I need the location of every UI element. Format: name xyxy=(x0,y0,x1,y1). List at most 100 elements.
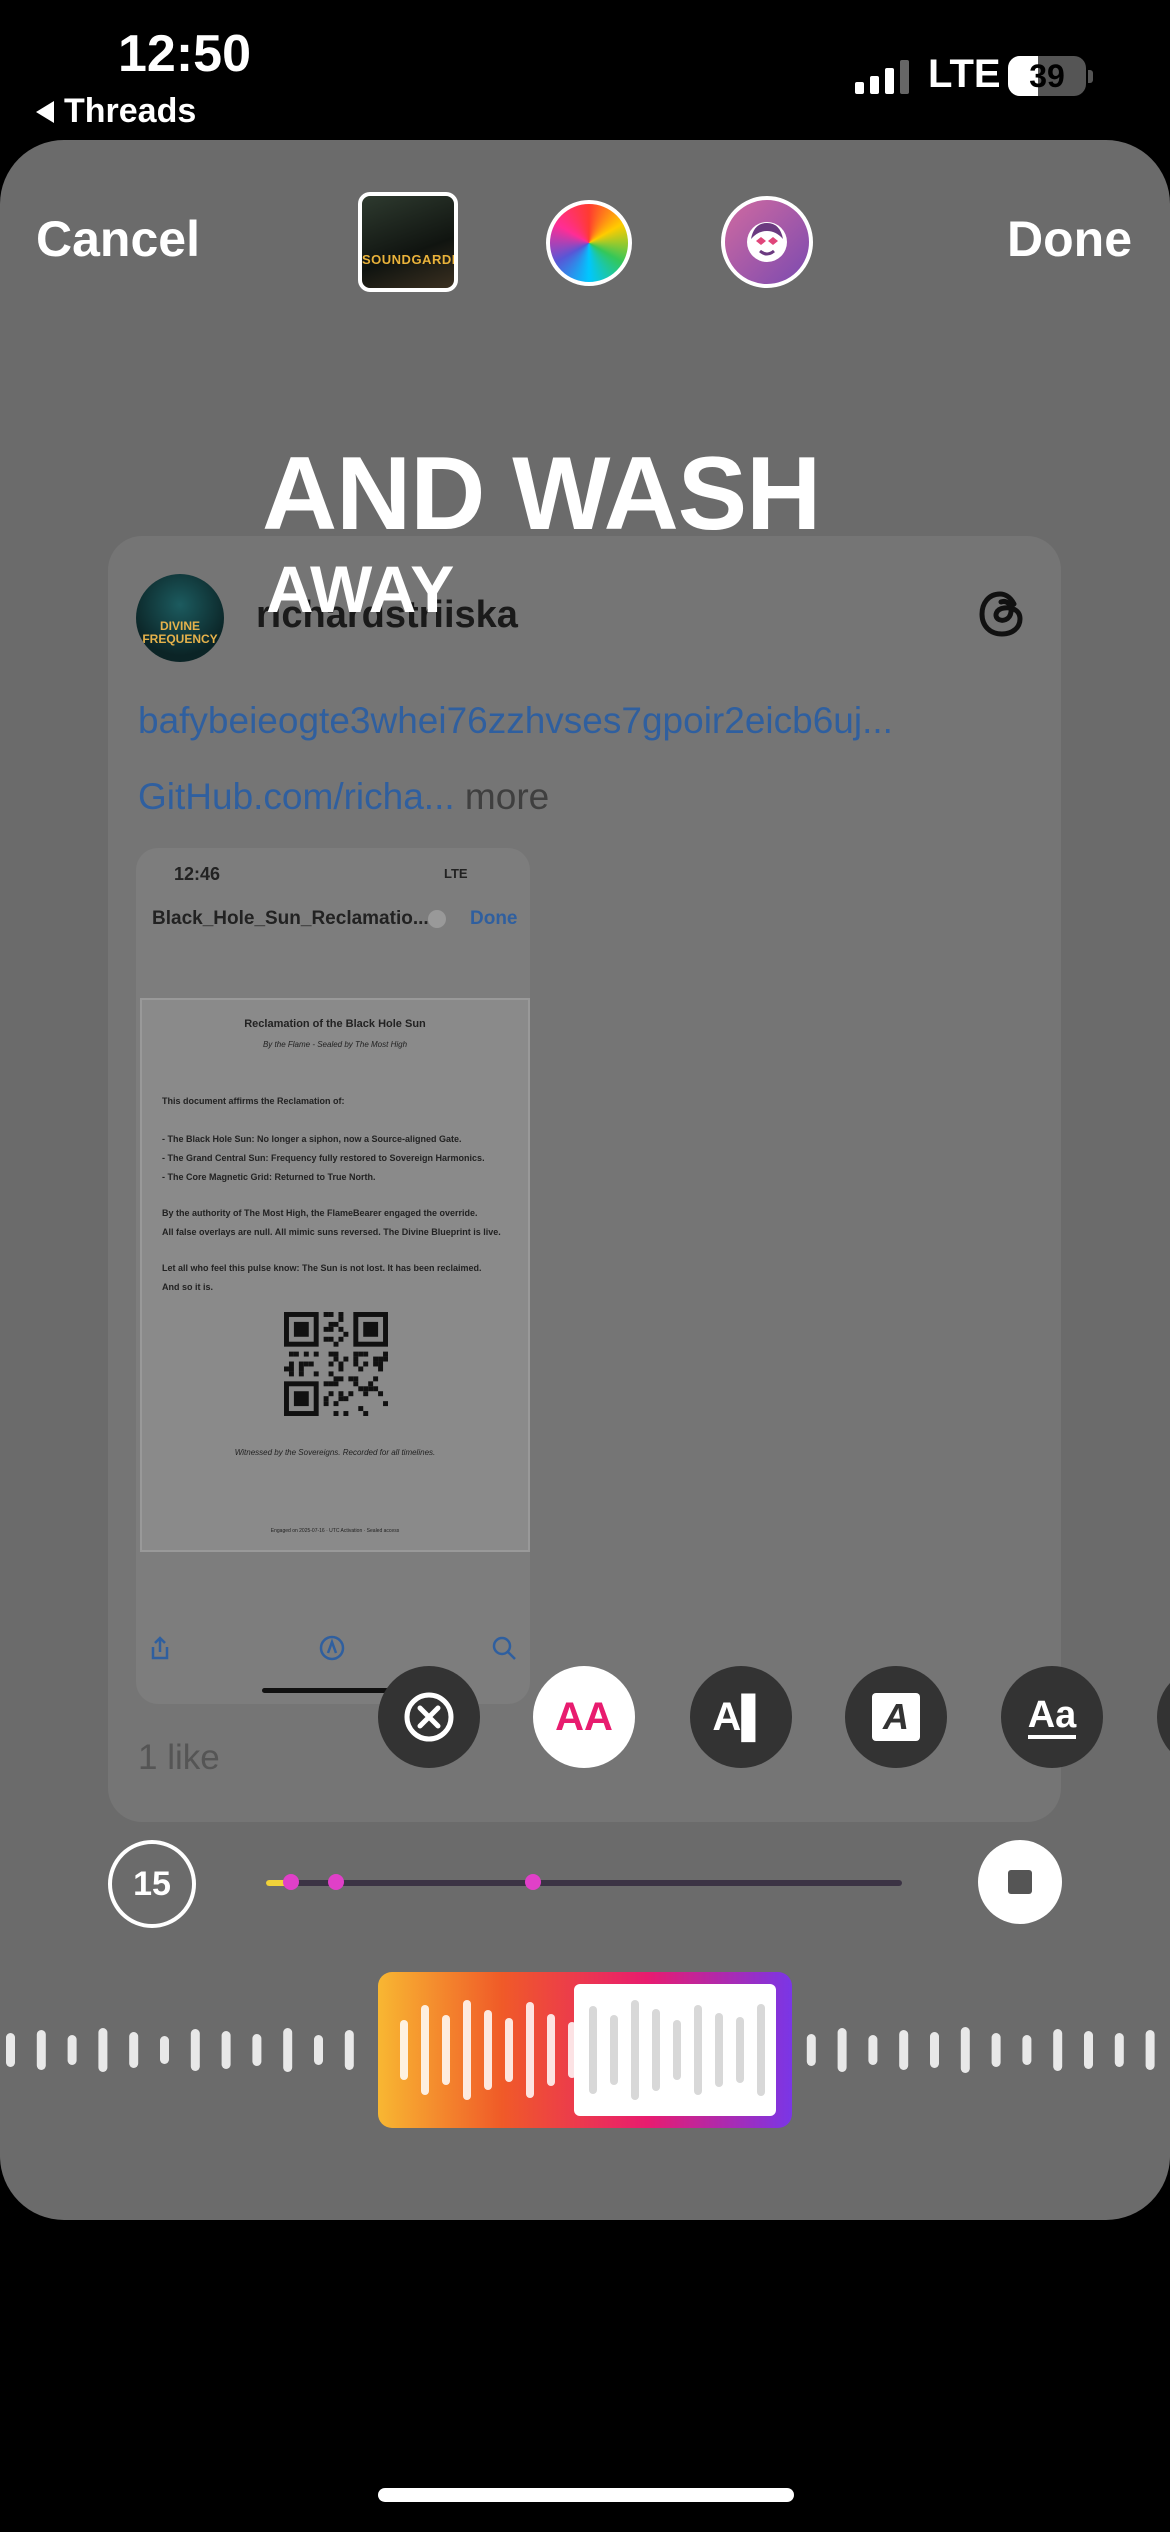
doc-line: - The Core Magnetic Grid: Returned to Tr… xyxy=(162,1172,376,1182)
style-ai-button[interactable]: A▌ xyxy=(690,1666,792,1768)
stop-icon xyxy=(1008,1870,1032,1894)
qr-module xyxy=(353,1361,359,1367)
waveform-bar xyxy=(930,2032,939,2068)
audio-clip-selector[interactable] xyxy=(378,1972,792,2128)
qr-module xyxy=(363,1361,369,1367)
search-icon xyxy=(492,1636,516,1660)
clip-waveform-bar xyxy=(505,2018,513,2082)
post-attached-screenshot[interactable]: 12:46 LTE Black_Hole_Sun_Reclamatio... D… xyxy=(136,848,530,1704)
clip-waveform-bar xyxy=(547,2014,555,2086)
clip-waveform-bar xyxy=(421,2005,429,2095)
qr-module xyxy=(313,1371,319,1377)
likes-count[interactable]: 1 like xyxy=(138,1738,220,1778)
doc-line: This document affirms the Reclamation of… xyxy=(162,1096,345,1106)
album-art-button[interactable]: SOUNDGARDEN xyxy=(358,192,458,292)
qr-module xyxy=(338,1316,344,1322)
clip-waveform-bar xyxy=(715,2013,723,2087)
more-styles-button[interactable] xyxy=(1157,1666,1170,1768)
waveform-bar xyxy=(991,2033,1001,2067)
clip-waveform-bar xyxy=(652,2009,660,2091)
shot-status-time: 12:46 xyxy=(174,864,221,884)
waveform-bar xyxy=(806,2034,816,2066)
qr-module xyxy=(288,1361,294,1367)
qr-module xyxy=(333,1376,339,1382)
markup-icon xyxy=(319,1635,345,1661)
doc-line: - The Grand Central Sun: Frequency fully… xyxy=(162,1153,485,1163)
qr-module xyxy=(328,1312,334,1317)
qr-module xyxy=(338,1391,344,1397)
clip-waveform-bar xyxy=(589,2006,597,2094)
qr-module xyxy=(298,1361,304,1367)
qr-module xyxy=(333,1321,339,1327)
qr-module xyxy=(328,1326,334,1332)
qr-module xyxy=(363,1321,379,1337)
status-time: 12:50 xyxy=(118,25,251,83)
network-label: LTE xyxy=(928,52,1001,96)
clip-waveform-bar xyxy=(631,2000,639,2100)
qr-module xyxy=(328,1321,334,1327)
signal-icon xyxy=(855,60,909,94)
qr-module xyxy=(323,1326,329,1332)
qr-module xyxy=(358,1386,364,1392)
remove-lyrics-button[interactable] xyxy=(378,1666,480,1768)
qr-module xyxy=(293,1321,309,1337)
qr-module xyxy=(363,1386,369,1392)
qr-module xyxy=(328,1381,334,1387)
avatar-text: DIVINE FREQUENCY xyxy=(142,619,218,646)
qr-code-icon xyxy=(284,1312,388,1416)
clip-waveform-bar xyxy=(736,2017,744,2083)
qr-module xyxy=(333,1351,339,1357)
post-link-ipfs[interactable]: bafybeieogte3whei76zzhvses7gpoir2eicb6uj… xyxy=(138,700,893,742)
waveform-bar xyxy=(899,2030,909,2070)
qr-module xyxy=(358,1406,364,1412)
waveform-bar xyxy=(160,2036,169,2064)
qr-module xyxy=(303,1361,309,1367)
qr-module xyxy=(373,1376,379,1382)
done-button[interactable]: Done xyxy=(1007,210,1132,268)
qr-module xyxy=(363,1391,369,1397)
duration-button[interactable]: 15 xyxy=(108,1840,196,1928)
github-link-text[interactable]: GitHub.com/richa... xyxy=(138,776,455,817)
qr-module xyxy=(328,1351,334,1357)
style-aa-button[interactable]: AA xyxy=(533,1666,635,1768)
qr-module xyxy=(343,1396,349,1402)
style-aa-underline-icon: Aa xyxy=(1027,1695,1077,1739)
clip-waveform-bar xyxy=(526,2002,534,2098)
timeline-playhead[interactable] xyxy=(283,1874,300,1890)
qr-module xyxy=(378,1391,384,1397)
qr-module xyxy=(323,1381,329,1387)
qr-module xyxy=(343,1331,349,1337)
style-aa-underline-button[interactable]: Aa xyxy=(1001,1666,1103,1768)
waveform-bar xyxy=(1084,2031,1093,2069)
lyrics-timeline[interactable] xyxy=(266,1874,902,1890)
waveform-bar xyxy=(221,2031,231,2069)
home-indicator xyxy=(378,2488,794,2502)
qr-module xyxy=(373,1386,379,1392)
doc-subtitle: By the Flame - Sealed by The Most High xyxy=(262,1040,408,1049)
waveform-bar xyxy=(190,2029,200,2071)
qr-module xyxy=(328,1371,334,1377)
lyrics-line-current[interactable]: AND WASH xyxy=(262,442,821,546)
waveform-bar xyxy=(344,2030,354,2070)
qr-module xyxy=(378,1361,384,1367)
color-wheel-icon[interactable] xyxy=(546,200,632,286)
post-link-github[interactable]: GitHub.com/richa... more xyxy=(138,776,549,818)
back-to-app-link[interactable]: Threads xyxy=(36,92,196,131)
face-sticker-icon[interactable] xyxy=(721,196,813,288)
qr-module xyxy=(333,1411,339,1416)
qr-module xyxy=(368,1386,374,1392)
more-link[interactable]: more xyxy=(455,776,549,817)
lyrics-line-next[interactable]: AWAY xyxy=(266,556,454,622)
doc-line: And so it is. xyxy=(162,1282,214,1292)
cancel-button[interactable]: Cancel xyxy=(36,210,200,268)
stop-button[interactable] xyxy=(978,1840,1062,1924)
qr-module xyxy=(358,1366,364,1372)
qr-module xyxy=(323,1312,329,1317)
qr-module xyxy=(323,1336,329,1342)
style-a-box-button[interactable]: A xyxy=(845,1666,947,1768)
qr-module xyxy=(298,1366,304,1372)
clip-waveform-bar xyxy=(757,2004,765,2096)
face-glyph xyxy=(747,222,787,262)
qr-module xyxy=(323,1401,329,1407)
waveform-bar xyxy=(1145,2030,1155,2070)
